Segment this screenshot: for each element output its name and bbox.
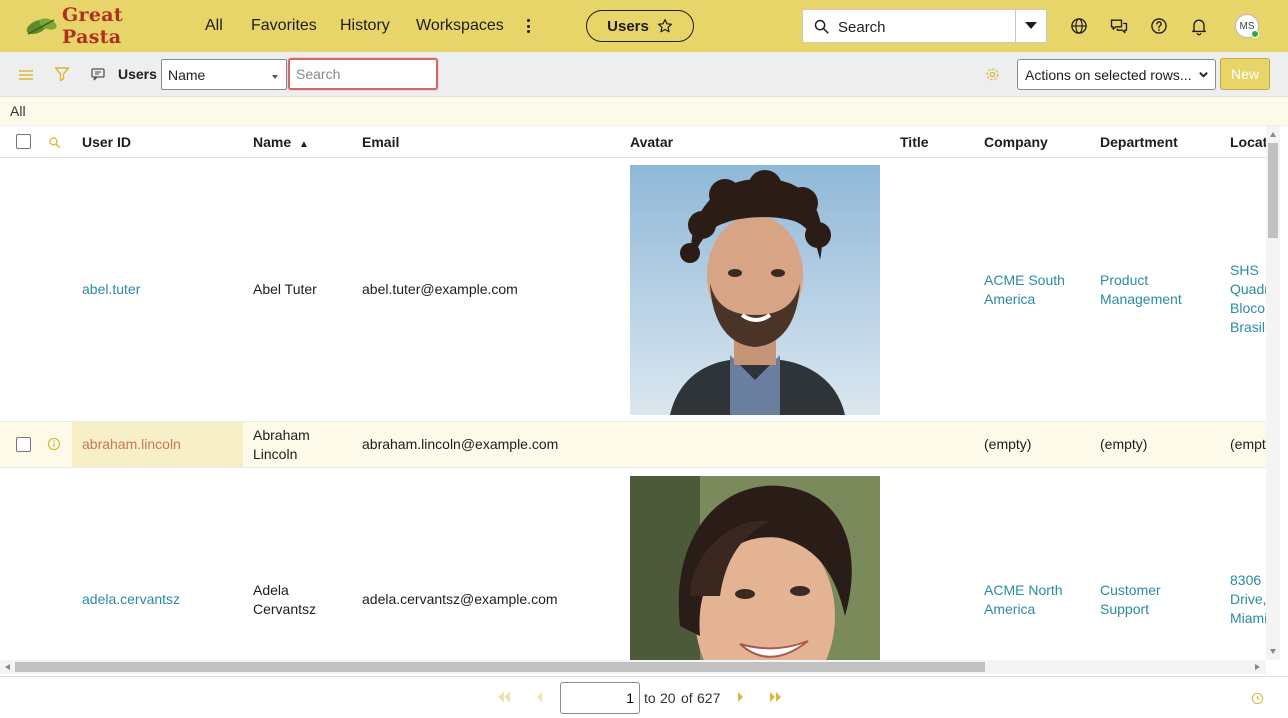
column-avatar[interactable]: Avatar bbox=[630, 134, 673, 150]
scroll-left-arrow-icon[interactable] bbox=[5, 664, 10, 670]
nav-workspaces[interactable]: Workspaces bbox=[416, 17, 504, 35]
chevron-down-icon bbox=[272, 75, 278, 79]
bell-icon[interactable] bbox=[1189, 16, 1209, 36]
avatar-photo-man bbox=[630, 165, 880, 415]
previous-page-icon[interactable] bbox=[535, 691, 543, 703]
pager-total: 627 bbox=[697, 690, 721, 706]
breadcrumb-all[interactable]: All bbox=[10, 103, 26, 119]
table-row: adela.cervantsz Adela Cervantsz adela.ce… bbox=[0, 468, 1266, 660]
search-field-select[interactable]: Name bbox=[161, 59, 287, 90]
help-icon[interactable] bbox=[1149, 16, 1169, 36]
info-icon[interactable] bbox=[47, 437, 61, 451]
last-page-icon[interactable] bbox=[769, 691, 783, 703]
nav-favorites[interactable]: Favorites bbox=[251, 17, 317, 35]
chevron-down-icon bbox=[1199, 72, 1208, 78]
filter-icon[interactable] bbox=[54, 66, 70, 82]
table-row: abel.tuter Abel Tuter abel.tuter@example… bbox=[0, 158, 1266, 422]
horizontal-scroll-thumb[interactable] bbox=[15, 662, 985, 672]
new-button[interactable]: New bbox=[1220, 58, 1270, 90]
context-pill[interactable]: Users bbox=[586, 10, 694, 42]
user-department-link[interactable]: Product Management bbox=[1100, 271, 1210, 309]
search-icon bbox=[814, 19, 829, 34]
user-location-link[interactable]: 8306 Mills Drive, Miami bbox=[1230, 571, 1266, 628]
actions-select-label: Actions on selected rows... bbox=[1025, 66, 1192, 83]
user-company-link[interactable]: ACME South America bbox=[984, 271, 1084, 309]
user-name: Abel Tuter bbox=[253, 281, 317, 297]
logo-text: Great Pasta bbox=[62, 4, 123, 48]
first-page-icon[interactable] bbox=[497, 691, 511, 703]
app-header: Great Pasta All Favorites History Worksp… bbox=[0, 0, 1288, 52]
status-online-icon bbox=[1251, 30, 1259, 38]
user-id-link[interactable]: abel.tuter bbox=[82, 280, 140, 299]
breadcrumb: All bbox=[0, 97, 1288, 126]
next-page-icon[interactable] bbox=[737, 691, 745, 703]
pager-to-label: to bbox=[644, 690, 656, 706]
users-table: User ID Name ▲ Email Avatar Title Compan… bbox=[0, 126, 1266, 660]
page-number-input[interactable] bbox=[560, 682, 640, 714]
table-header: User ID Name ▲ Email Avatar Title Compan… bbox=[0, 126, 1266, 158]
basil-leaf-icon bbox=[26, 18, 57, 35]
user-email: adela.cervantsz@example.com bbox=[362, 591, 558, 607]
clock-icon[interactable] bbox=[1251, 692, 1264, 705]
actions-select[interactable]: Actions on selected rows... bbox=[1017, 59, 1216, 90]
search-field-value: Name bbox=[168, 67, 206, 83]
chat-icon[interactable] bbox=[1109, 16, 1129, 36]
user-department-link[interactable]: Customer Support bbox=[1100, 581, 1210, 619]
column-email[interactable]: Email bbox=[362, 134, 399, 150]
logo[interactable]: Great Pasta bbox=[24, 4, 174, 48]
user-avatar-image[interactable] bbox=[630, 476, 880, 660]
divider bbox=[1015, 10, 1016, 42]
column-location[interactable]: Location bbox=[1230, 134, 1266, 150]
user-department: (empty) bbox=[1100, 436, 1148, 452]
list-title: Users bbox=[118, 66, 157, 82]
nav-all[interactable]: All bbox=[205, 17, 223, 35]
column-user-id[interactable]: User ID bbox=[82, 134, 131, 150]
user-name: Adela Cervantsz bbox=[253, 582, 317, 617]
user-email: abraham.lincoln@example.com bbox=[362, 436, 559, 452]
user-company-link[interactable]: ACME North America bbox=[984, 581, 1084, 619]
global-search[interactable]: Search bbox=[802, 9, 1047, 43]
nav-history[interactable]: History bbox=[340, 17, 390, 35]
global-search-placeholder: Search bbox=[838, 19, 886, 36]
row-checkbox[interactable] bbox=[16, 437, 31, 452]
user-id-link[interactable]: adela.cervantsz bbox=[82, 590, 180, 609]
user-location: (empty) bbox=[1230, 436, 1266, 452]
select-all-checkbox[interactable] bbox=[16, 134, 31, 149]
avatar-photo-woman bbox=[630, 476, 880, 660]
gear-icon[interactable] bbox=[985, 67, 1000, 82]
scroll-down-arrow-icon[interactable] bbox=[1270, 649, 1276, 654]
column-name[interactable]: Name ▲ bbox=[253, 134, 309, 150]
sort-ascending-icon: ▲ bbox=[299, 139, 309, 150]
vertical-scroll-thumb[interactable] bbox=[1268, 143, 1278, 238]
user-company: (empty) bbox=[984, 436, 1032, 452]
scroll-right-arrow-icon[interactable] bbox=[1255, 664, 1260, 670]
chevron-down-icon[interactable] bbox=[1025, 22, 1037, 29]
scroll-up-arrow-icon[interactable] bbox=[1270, 132, 1276, 137]
user-avatar-image[interactable] bbox=[630, 165, 880, 415]
user-id-link[interactable]: abraham.lincoln bbox=[82, 435, 181, 454]
pager-range-end: 20 bbox=[660, 690, 676, 706]
globe-icon[interactable] bbox=[1069, 16, 1089, 36]
column-title[interactable]: Title bbox=[900, 134, 929, 150]
list-search-input[interactable] bbox=[288, 58, 438, 90]
context-pill-label: Users bbox=[607, 17, 649, 35]
pagination: to 20 of 627 bbox=[0, 676, 1288, 718]
pager-of-label: of bbox=[681, 690, 693, 706]
user-name: Abraham Lincoln bbox=[253, 427, 310, 462]
search-icon[interactable] bbox=[48, 136, 61, 149]
column-department[interactable]: Department bbox=[1100, 134, 1178, 150]
user-location-link[interactable]: SHS Quadra 5, Bloco A Brasilia bbox=[1230, 261, 1266, 337]
table-row: abraham.lincoln Abraham Lincoln abraham.… bbox=[0, 422, 1266, 468]
comment-icon[interactable] bbox=[90, 67, 106, 81]
star-icon[interactable] bbox=[657, 18, 673, 34]
list-toolbar: Users Name Actions on selected rows... N… bbox=[0, 52, 1288, 97]
more-menu-icon[interactable] bbox=[520, 16, 536, 36]
column-company[interactable]: Company bbox=[984, 134, 1048, 150]
column-name-label: Name bbox=[253, 134, 292, 150]
user-email: abel.tuter@example.com bbox=[362, 281, 518, 297]
hamburger-menu-icon[interactable] bbox=[18, 68, 34, 82]
